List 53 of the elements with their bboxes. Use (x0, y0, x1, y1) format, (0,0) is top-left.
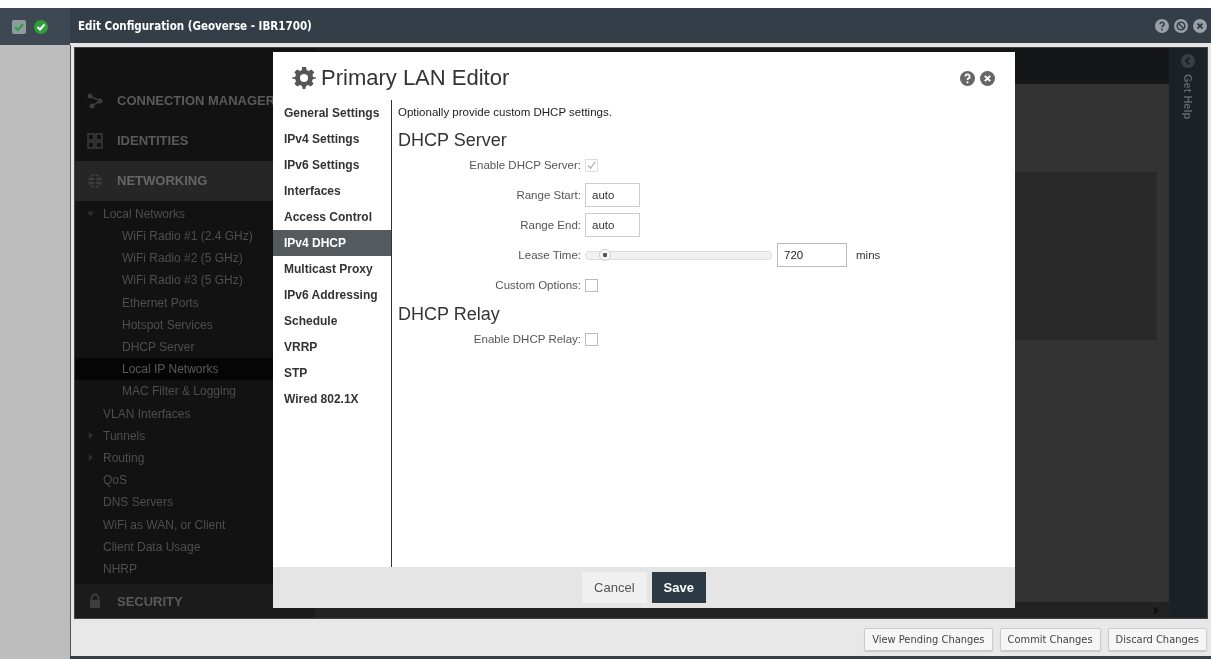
close-icon[interactable] (980, 70, 995, 86)
get-help-label: Get Help (1182, 74, 1194, 120)
checkbox[interactable] (585, 332, 598, 346)
caret-down-icon[interactable] (87, 210, 94, 218)
field-label: Lease Time: (517, 249, 582, 261)
globe-icon (87, 172, 103, 189)
cancel-button[interactable]: Cancel (582, 572, 647, 603)
dialog-tab[interactable]: IPv4 Settings (273, 126, 391, 152)
dialog-tab[interactable]: General Settings (273, 100, 391, 126)
dialog-tab[interactable]: Wired 802.1X (273, 386, 391, 412)
input-field[interactable]: 720 (777, 243, 847, 267)
window-title: Edit Configuration (Geoverse - IBR1700) (78, 18, 313, 33)
dialog-tab[interactable]: Schedule (273, 308, 391, 334)
caret-right-icon[interactable] (87, 432, 94, 440)
block-icon[interactable] (1174, 18, 1188, 33)
slider-thumb[interactable] (598, 249, 611, 261)
slider-track[interactable] (585, 250, 772, 260)
input-field[interactable]: auto (585, 183, 640, 207)
checkbox-icon (12, 19, 26, 34)
field-label: Enable DHCP Server: (468, 159, 582, 171)
field-label: Enable DHCP Relay: (472, 333, 582, 345)
dialog-tab[interactable]: IPv4 DHCP (273, 230, 391, 256)
dialog-title: Primary LAN Editor (321, 65, 510, 91)
field-label: Custom Options: (494, 279, 582, 291)
field-label: Range Start: (515, 189, 582, 201)
gear-icon (292, 66, 316, 90)
tree-item[interactable]: Routing (75, 446, 315, 470)
dialog-tab[interactable]: Multicast Proxy (273, 256, 391, 282)
dialog-tab[interactable]: Access Control (273, 204, 391, 230)
check-circle-icon (34, 19, 48, 34)
help-icon[interactable] (960, 70, 975, 86)
lock-icon (87, 593, 103, 609)
caret-right-icon[interactable] (87, 454, 94, 462)
action-button[interactable]: View Pending Changes (864, 627, 993, 651)
save-button[interactable]: Save (651, 572, 706, 603)
field-label: Range End: (519, 219, 582, 231)
grid-icon (87, 132, 103, 149)
chevron-left-icon[interactable] (1181, 54, 1195, 68)
section-heading: DHCP Relay (398, 304, 501, 324)
unit-label: mins (856, 249, 881, 261)
dialog-tab[interactable]: IPv6 Addressing (273, 282, 391, 308)
help-panel[interactable]: Get Help (1169, 48, 1207, 618)
connection-icon (87, 92, 103, 109)
checkbox[interactable] (585, 278, 598, 292)
close-icon[interactable] (1193, 18, 1207, 33)
action-button[interactable]: Commit Changes (999, 627, 1101, 651)
section-heading: DHCP Server (398, 130, 508, 150)
input-field[interactable]: auto (585, 213, 640, 237)
action-button[interactable]: Discard Changes (1107, 627, 1207, 651)
help-icon[interactable] (1155, 18, 1169, 33)
intro-text: Optionally provide custom DHCP settings. (398, 106, 613, 120)
dialog-tab[interactable]: VRRP (273, 334, 391, 360)
tree-item[interactable]: Tunnels (75, 424, 315, 447)
